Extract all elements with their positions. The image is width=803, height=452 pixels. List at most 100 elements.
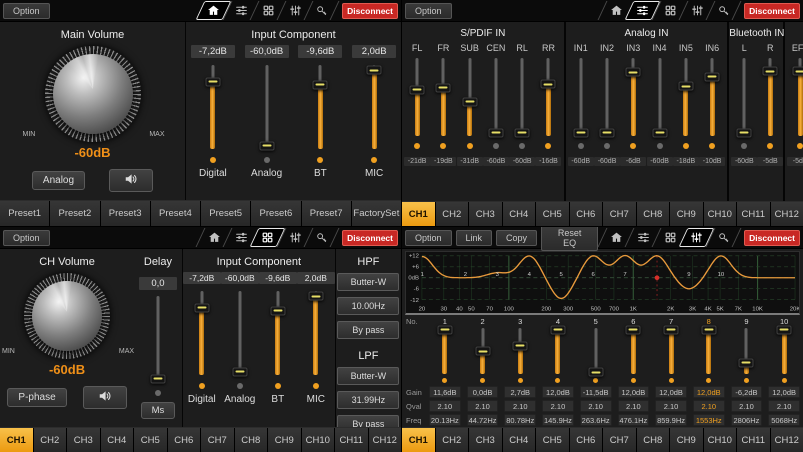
delay-unit-button[interactable]: Ms xyxy=(141,402,176,419)
ch-volume-knob[interactable]: MIN MAX xyxy=(24,273,110,359)
option-button[interactable]: Option xyxy=(3,230,50,246)
channel-tab-ch5[interactable]: CH5 xyxy=(134,428,167,452)
fader-handle[interactable] xyxy=(793,67,803,76)
gain-value-band-5[interactable]: -11,5dB xyxy=(580,386,612,398)
fader-handle[interactable] xyxy=(515,128,530,137)
fader-eq-band-2[interactable] xyxy=(480,326,485,383)
fader-IN5[interactable]: IN5-18dB xyxy=(673,43,699,201)
fader-track[interactable] xyxy=(313,291,318,375)
fader-track[interactable] xyxy=(768,58,773,136)
fader-handle[interactable] xyxy=(232,367,247,376)
copy-button[interactable]: Copy xyxy=(496,230,537,246)
fader-handle[interactable] xyxy=(270,306,285,315)
gain-value-band-8[interactable]: 12,0dB xyxy=(693,386,725,398)
channel-tab-ch8[interactable]: CH8 xyxy=(637,202,670,226)
fader-handle[interactable] xyxy=(739,358,754,367)
fader-eq-band-10[interactable] xyxy=(782,326,787,383)
channel-tab-ch11[interactable]: CH11 xyxy=(737,428,770,452)
hpf-freq-button[interactable]: 10.00Hz xyxy=(337,297,399,315)
fader-track[interactable] xyxy=(441,58,446,136)
fader-handle[interactable] xyxy=(626,325,641,334)
preset-button-factoryset[interactable]: FactorySet xyxy=(352,201,401,226)
qval-value-band-2[interactable]: 2.10 xyxy=(467,400,499,412)
fader-Digital[interactable]: -7,2dBDigital xyxy=(191,45,235,200)
channel-tab-ch6[interactable]: CH6 xyxy=(570,428,603,452)
fader-track[interactable] xyxy=(199,291,204,375)
fader-track[interactable] xyxy=(237,291,242,375)
fader-BT[interactable]: -9,6dBBT xyxy=(259,272,297,427)
fader-eq-band-9[interactable] xyxy=(744,326,749,383)
fader-track[interactable] xyxy=(442,328,447,374)
source-analog-button[interactable]: Analog xyxy=(32,171,85,190)
gain-value-band-6[interactable]: 12,0dB xyxy=(618,386,650,398)
mute-button[interactable] xyxy=(83,386,127,409)
fader-track[interactable] xyxy=(710,58,715,136)
channel-tab-ch7[interactable]: CH7 xyxy=(603,202,636,226)
fader-handle[interactable] xyxy=(462,97,477,106)
fader-L[interactable]: L-60dB xyxy=(731,43,757,201)
freq-value-band-4[interactable]: 145.9Hz xyxy=(542,414,574,426)
eq-response-graph[interactable]: 1234567910+12+60dB-6-1220304050701002003… xyxy=(405,251,800,315)
fader-handle[interactable] xyxy=(678,82,693,91)
fader-track[interactable] xyxy=(593,328,598,374)
preset-button-preset2[interactable]: Preset2 xyxy=(50,201,99,226)
fader-eq-band-7[interactable] xyxy=(669,326,674,383)
qval-value-band-10[interactable]: 2.10 xyxy=(768,400,800,412)
freq-value-band-9[interactable]: 2806Hz xyxy=(731,414,763,426)
fader-EFL[interactable]: EFL-5dB xyxy=(787,43,803,201)
fader-track[interactable] xyxy=(372,65,377,149)
channel-tab-ch12[interactable]: CH12 xyxy=(369,428,402,452)
channel-tab-ch5[interactable]: CH5 xyxy=(536,202,569,226)
fader-eq-band-3[interactable] xyxy=(518,326,523,383)
fader-handle[interactable] xyxy=(308,292,323,301)
fader-track[interactable] xyxy=(744,328,749,374)
fader-IN2[interactable]: IN2-60dB xyxy=(594,43,620,201)
fader-track[interactable] xyxy=(275,291,280,375)
fader-handle[interactable] xyxy=(550,325,565,334)
fader-handle[interactable] xyxy=(475,347,490,356)
qval-value-band-9[interactable]: 2.10 xyxy=(731,400,763,412)
preset-button-preset5[interactable]: Preset5 xyxy=(201,201,250,226)
fader-track[interactable] xyxy=(798,58,803,136)
channel-tab-ch4[interactable]: CH4 xyxy=(503,428,536,452)
channel-tab-ch6[interactable]: CH6 xyxy=(168,428,201,452)
fader-eq-band-8[interactable] xyxy=(706,326,711,383)
channel-tab-ch7[interactable]: CH7 xyxy=(201,428,234,452)
freq-value-band-10[interactable]: 5068Hz xyxy=(768,414,800,426)
disconnect-button[interactable]: Disconnect xyxy=(744,230,800,246)
fader-track[interactable] xyxy=(467,58,472,136)
fader-IN1[interactable]: IN1-60dB xyxy=(568,43,594,201)
fader-handle[interactable] xyxy=(573,128,588,137)
preset-button-preset7[interactable]: Preset7 xyxy=(302,201,351,226)
fader-IN4[interactable]: IN4-60dB xyxy=(647,43,673,201)
fader-eq-band-1[interactable] xyxy=(442,326,447,383)
gain-value-band-4[interactable]: 12,0dB xyxy=(542,386,574,398)
fader-MIC[interactable]: 2,0dBMIC xyxy=(352,45,396,200)
qval-value-band-8[interactable]: 2.10 xyxy=(693,400,725,412)
option-button[interactable]: Option xyxy=(3,3,50,19)
gain-value-band-9[interactable]: -6,2dB xyxy=(731,386,763,398)
fader-handle[interactable] xyxy=(705,72,720,81)
fader-MIC[interactable]: 2,0dBMIC xyxy=(297,272,335,427)
fader-handle[interactable] xyxy=(763,67,778,76)
qval-value-band-1[interactable]: 2.10 xyxy=(429,400,461,412)
channel-tab-ch6[interactable]: CH6 xyxy=(570,202,603,226)
freq-value-band-8[interactable]: 1553Hz xyxy=(693,414,725,426)
fader-handle[interactable] xyxy=(436,83,451,92)
fader-handle[interactable] xyxy=(205,77,220,86)
freq-value-band-3[interactable]: 80.78Hz xyxy=(504,414,536,426)
p-phase-button[interactable]: P-phase xyxy=(7,388,66,407)
channel-tab-ch3[interactable]: CH3 xyxy=(469,428,502,452)
channel-tab-ch12[interactable]: CH12 xyxy=(771,202,803,226)
fader-FR[interactable]: FR-19dB xyxy=(430,43,456,201)
fader-Digital[interactable]: -7,2dBDigital xyxy=(183,272,221,427)
channel-tab-ch9[interactable]: CH9 xyxy=(268,428,301,452)
channel-tab-ch3[interactable]: CH3 xyxy=(67,428,100,452)
fader-track[interactable] xyxy=(631,58,636,136)
channel-tab-ch4[interactable]: CH4 xyxy=(101,428,134,452)
channel-tab-ch9[interactable]: CH9 xyxy=(670,202,703,226)
channel-tab-ch4[interactable]: CH4 xyxy=(503,202,536,226)
fader-IN3[interactable]: IN3-6dB xyxy=(620,43,646,201)
freq-value-band-5[interactable]: 263.6Hz xyxy=(580,414,612,426)
fader-handle[interactable] xyxy=(541,80,556,89)
